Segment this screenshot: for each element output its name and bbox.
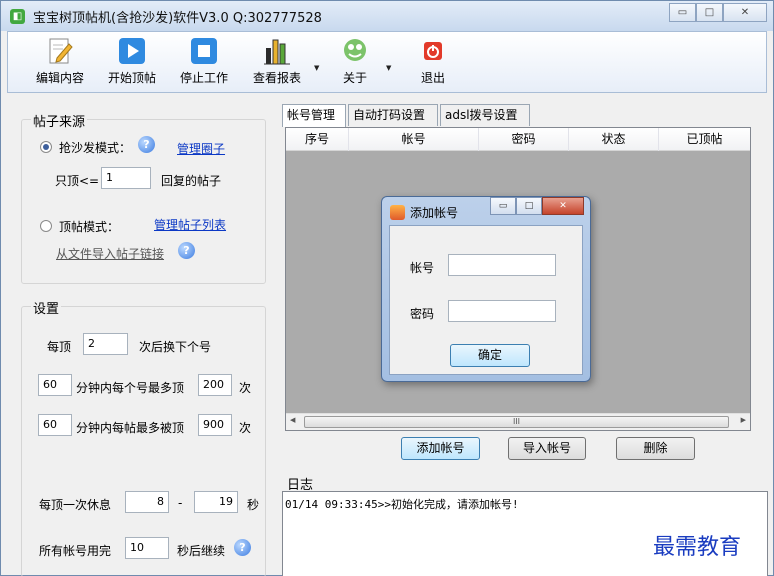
tab-auto-captcha[interactable]: 自动打码设置 xyxy=(348,104,438,126)
play-icon xyxy=(119,38,145,64)
manage-list-link[interactable]: 管理帖子列表 xyxy=(154,216,226,233)
rest-label: 每顶一次休息 xyxy=(39,498,112,512)
rest-dash: - xyxy=(178,496,183,510)
mode-top-radio[interactable] xyxy=(40,220,52,232)
column-header-index[interactable]: 序号 xyxy=(286,128,349,151)
minimize-button[interactable]: ▭ xyxy=(669,3,696,22)
dialog-close-button[interactable]: ✕ xyxy=(542,197,584,215)
toolbar-exit-label: 退出 xyxy=(420,71,445,85)
add-account-dialog: 添加帐号 ▭ □ ✕ 帐号 密码 确定 xyxy=(381,196,591,382)
toolbar-edit-button[interactable]: 编辑内容 xyxy=(36,36,84,86)
delete-button[interactable]: 删除 xyxy=(616,437,695,460)
minutes-each-text: 分钟内每个号最多顶 xyxy=(76,381,185,395)
main-window: ◧ 宝宝树顶帖机(含抢沙发)软件V3.0 Q:302777528 ▭ □ ✕ 编… xyxy=(0,0,774,576)
only-top-suffix: 回复的帖子 xyxy=(161,174,222,188)
scroll-right-icon[interactable]: ▶ xyxy=(741,416,746,424)
toolbar-stop-button[interactable]: 停止工作 xyxy=(180,36,228,86)
help-icon[interactable]: ? xyxy=(234,539,251,556)
all-used-input[interactable]: 10 xyxy=(125,537,169,559)
per-top-prefix: 每顶 xyxy=(47,340,72,354)
report-dropdown-icon[interactable]: ▼ xyxy=(314,64,319,72)
help-icon[interactable]: ? xyxy=(178,242,195,259)
dialog-app-icon xyxy=(390,205,405,220)
add-account-button[interactable]: 添加帐号 xyxy=(401,437,480,460)
help-icon[interactable]: ? xyxy=(138,136,155,153)
window-title: 宝宝树顶帖机(含抢沙发)软件V3.0 Q:302777528 xyxy=(33,11,322,26)
toolbar: 编辑内容 开始顶帖 停止工作 查看报表 ▼ 关于 ▼ 退出 xyxy=(7,31,767,93)
all-used-suffix: 秒后继续 xyxy=(177,544,226,558)
edit-pencil-icon xyxy=(49,38,73,64)
dialog-body: 帐号 密码 确定 xyxy=(389,225,583,375)
watermark: 最需教育 xyxy=(653,535,742,560)
confirm-button[interactable]: 确定 xyxy=(450,344,530,367)
times-label: 次 xyxy=(239,381,252,395)
minutes-post-input[interactable]: 60 xyxy=(38,414,72,436)
dialog-caption-buttons: ▭ □ ✕ xyxy=(490,197,584,215)
rest-unit: 秒 xyxy=(247,498,260,512)
scroll-thumb[interactable]: III xyxy=(304,416,729,428)
tab-account-management[interactable]: 帐号管理 xyxy=(282,104,346,127)
bar-chart-icon xyxy=(264,39,290,65)
about-icon xyxy=(344,39,366,61)
import-link[interactable]: 从文件导入帖子链接 xyxy=(56,245,164,262)
app-icon: ◧ xyxy=(10,9,25,24)
dialog-password-input[interactable] xyxy=(448,300,556,322)
toolbar-start-label: 开始顶帖 xyxy=(108,71,157,85)
toolbar-about-label: 关于 xyxy=(342,71,367,85)
rest-max-input[interactable]: 19 xyxy=(194,491,238,513)
about-dropdown-icon[interactable]: ▼ xyxy=(386,64,391,72)
per-top-suffix: 次后换下个号 xyxy=(139,340,212,354)
dialog-minimize-button[interactable]: ▭ xyxy=(490,197,516,215)
dialog-maximize-button[interactable]: □ xyxy=(516,197,542,215)
max-post-input[interactable]: 900 xyxy=(198,414,232,436)
dialog-title: 添加帐号 xyxy=(410,206,459,220)
toolbar-report-label: 查看报表 xyxy=(253,71,302,85)
times-label: 次 xyxy=(239,421,252,435)
column-header-password[interactable]: 密码 xyxy=(479,128,569,151)
minutes-each-input[interactable]: 60 xyxy=(38,374,72,396)
stop-icon xyxy=(191,38,217,64)
title-bar[interactable]: ◧ 宝宝树顶帖机(含抢沙发)软件V3.0 Q:302777528 ▭ □ ✕ xyxy=(1,1,773,31)
manage-circle-link[interactable]: 管理圈子 xyxy=(177,140,225,157)
toolbar-about-button[interactable]: 关于 xyxy=(340,36,370,86)
toolbar-report-button[interactable]: 查看报表 xyxy=(253,36,301,86)
column-header-status[interactable]: 状态 xyxy=(569,128,659,151)
settings-group-title: 设置 xyxy=(31,298,62,317)
log-line: 01/14 09:33:45>>初始化完成，请添加帐号! xyxy=(285,498,519,511)
close-button[interactable]: ✕ xyxy=(723,3,767,22)
column-header-account[interactable]: 帐号 xyxy=(349,128,479,151)
source-group-title: 帖子来源 xyxy=(31,111,88,130)
toolbar-stop-label: 停止工作 xyxy=(180,71,229,85)
rest-min-input[interactable]: 8 xyxy=(125,491,169,513)
toolbar-edit-label: 编辑内容 xyxy=(36,71,85,85)
table-header: 序号 帐号 密码 状态 已顶帖 xyxy=(286,128,750,151)
only-top-input[interactable]: 1 xyxy=(101,167,151,189)
minutes-post-text: 分钟内每帖最多被顶 xyxy=(76,421,185,435)
maximize-button[interactable]: □ xyxy=(696,3,723,22)
toolbar-exit-button[interactable]: 退出 xyxy=(418,36,448,86)
only-top-prefix: 只顶<= xyxy=(55,174,100,188)
horizontal-scrollbar[interactable]: ◀ III ▶ xyxy=(286,413,750,430)
all-used-label: 所有帐号用完 xyxy=(39,544,112,558)
mode-sofa-label: 抢沙发模式： xyxy=(59,141,132,155)
max-each-input[interactable]: 200 xyxy=(198,374,232,396)
mode-sofa-radio[interactable] xyxy=(40,141,52,153)
per-top-input[interactable]: 2 xyxy=(83,333,128,355)
column-header-topped[interactable]: 已顶帖 xyxy=(659,128,750,151)
dialog-account-input[interactable] xyxy=(448,254,556,276)
dialog-account-label: 帐号 xyxy=(410,261,435,275)
tab-adsl-dial[interactable]: adsl拨号设置 xyxy=(440,104,530,126)
dialog-password-label: 密码 xyxy=(410,307,435,321)
caption-buttons: ▭ □ ✕ xyxy=(669,3,767,22)
import-account-button[interactable]: 导入帐号 xyxy=(508,437,586,460)
scroll-left-icon[interactable]: ◀ xyxy=(290,416,295,424)
toolbar-start-button[interactable]: 开始顶帖 xyxy=(108,36,156,86)
power-icon xyxy=(424,42,442,60)
mode-top-label: 顶帖模式： xyxy=(59,220,120,234)
